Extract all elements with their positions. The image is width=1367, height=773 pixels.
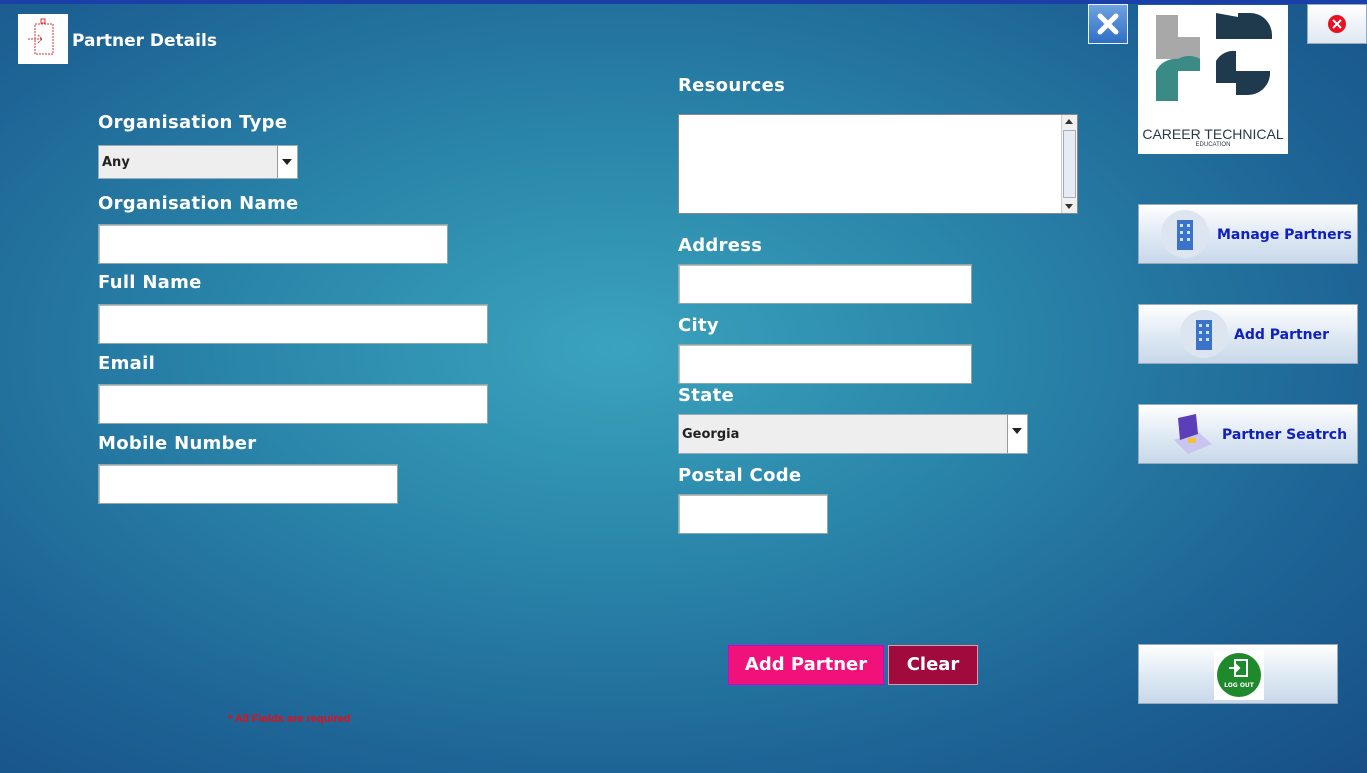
scroll-up-icon[interactable] [1062,115,1077,129]
partner-details-icon [18,14,68,64]
chevron-down-icon[interactable] [1007,415,1027,453]
resources-scrollbar[interactable] [1061,115,1077,213]
sidebar-item-partner-search[interactable]: Partner Seatrch [1138,404,1358,464]
org-type-value: Any [102,155,130,170]
city-label: City [678,315,719,336]
building-icon [1180,310,1228,358]
scroll-down-icon[interactable] [1062,199,1077,213]
mobile-input[interactable] [98,464,398,504]
logout-icon: LOG OUT [1214,650,1264,700]
sidebar-item-label: Add Partner [1234,327,1330,343]
org-type-label: Organisation Type [98,112,288,133]
org-name-input[interactable] [98,224,448,264]
close-icon [1097,13,1119,35]
window-title: Partner Details [72,31,217,51]
sidebar-item-label: Partner Seatrch [1222,427,1348,443]
org-type-select[interactable]: Any [98,145,298,179]
sidebar-item-label: Manage Partners [1217,227,1352,243]
building-icon [1161,210,1209,258]
state-label: State [678,385,735,406]
state-select[interactable]: Georgia [678,414,1028,454]
email-label: Email [98,353,156,374]
logo-subtext: EDUCATION [1195,142,1231,148]
exit-button[interactable] [1307,4,1367,44]
close-circle-icon [1328,15,1346,33]
postal-code-input[interactable] [678,494,828,534]
email-input[interactable] [98,384,488,424]
postal-label: Postal Code [678,465,802,486]
address-input[interactable] [678,264,972,304]
logo-text: CAREER TECHNICAL [1142,126,1284,142]
city-input[interactable] [678,344,972,384]
logout-label: LOG OUT [1224,682,1255,689]
full-name-input[interactable] [98,304,488,344]
resources-label: Resources [678,75,786,96]
career-technical-logo: CAREER TECHNICAL EDUCATION [1138,5,1288,154]
required-note: * All Fields are required [228,713,351,725]
clear-button[interactable]: Clear [888,645,978,685]
org-name-label: Organisation Name [98,193,299,214]
address-label: Address [678,235,763,256]
window-top-border [0,0,1367,4]
sidebar-item-manage-partners[interactable]: Manage Partners [1138,204,1358,264]
resources-textarea[interactable] [678,114,1078,214]
close-window-button[interactable] [1088,4,1128,44]
search-laptop-icon [1168,410,1216,458]
scroll-thumb[interactable] [1063,130,1076,198]
logo-mark-icon [1156,13,1272,101]
full-name-label: Full Name [98,272,202,293]
sidebar-item-add-partner[interactable]: Add Partner [1138,304,1358,364]
logout-button[interactable]: LOG OUT [1138,644,1338,704]
state-value: Georgia [682,427,740,442]
add-partner-button[interactable]: Add Partner [728,645,884,685]
mobile-label: Mobile Number [98,433,257,454]
chevron-down-icon[interactable] [277,146,297,178]
